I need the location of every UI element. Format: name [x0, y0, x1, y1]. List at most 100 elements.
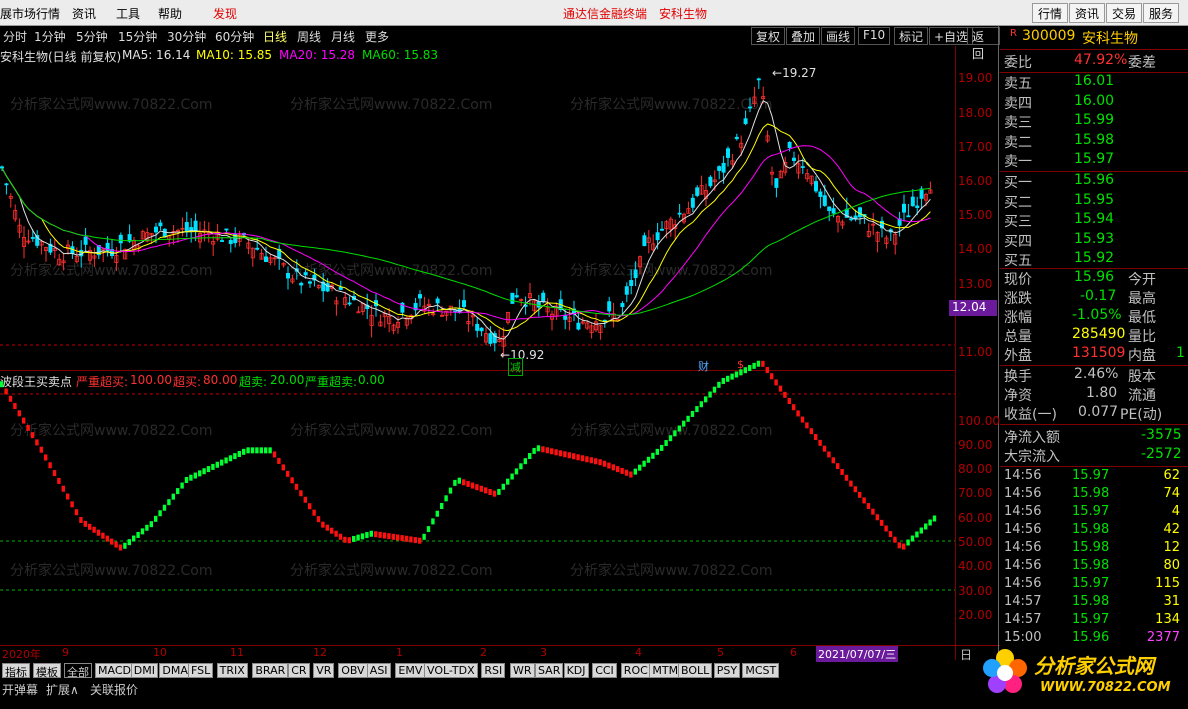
period-60m[interactable]: 60分钟 — [215, 28, 254, 45]
indicator-tick: 20.00 — [958, 608, 993, 622]
indicator-tab[interactable]: VOL-TDX — [424, 663, 478, 678]
period-more[interactable]: 更多 — [365, 28, 389, 45]
indicator-tab[interactable]: 全部 — [64, 663, 92, 679]
signal-bar — [822, 445, 827, 452]
signal-bar — [101, 532, 105, 539]
zuigao-label: 最高 — [1128, 291, 1156, 307]
signal-bar — [519, 463, 523, 470]
menu-tools[interactable]: 工具 — [116, 5, 140, 22]
indicator-tab[interactable]: CR — [288, 663, 310, 678]
signal-bar — [770, 373, 774, 380]
signal-bar — [308, 503, 312, 510]
bid-row[interactable]: 买一 15.96 — [1004, 172, 1188, 191]
ask-row[interactable]: 卖五 16.01 — [1004, 73, 1188, 92]
divider — [1000, 49, 1188, 50]
period-5m[interactable]: 5分钟 — [76, 28, 108, 45]
tick-time: 14:56 — [1004, 468, 1042, 483]
candle-body — [435, 298, 440, 304]
tick-volume: 62 — [1163, 468, 1180, 483]
btn-fuquan[interactable]: 复权 — [751, 27, 786, 45]
related-quote[interactable]: 关联报价 — [90, 681, 138, 698]
signal-bar — [422, 533, 426, 540]
date-tick: 4 — [635, 646, 642, 659]
ask-row[interactable]: 卖一 15.97 — [1004, 151, 1188, 170]
btn-draw[interactable]: 画线 — [821, 27, 856, 45]
btn-service[interactable]: 服务 — [1143, 3, 1180, 23]
bid-row[interactable]: 买四 15.93 — [1004, 231, 1188, 250]
tick-row: 14:56 15.97 4 — [1004, 504, 1188, 523]
period-tick[interactable]: 分时 — [3, 28, 27, 45]
indicator-tab[interactable]: TRIX — [216, 663, 248, 678]
indicator-tab[interactable]: MACD — [95, 663, 134, 678]
event-cai[interactable]: 财 — [698, 358, 709, 374]
expand-toggle[interactable]: 扩展∧ — [46, 681, 79, 698]
indicator-tab[interactable]: BRAR — [252, 663, 289, 678]
bid-row[interactable]: 买二 15.95 — [1004, 192, 1188, 211]
indicator-tab[interactable]: FSL — [188, 663, 214, 678]
candle-body — [677, 212, 682, 215]
event-jian[interactable]: 减 — [508, 358, 523, 376]
indicator-tab[interactable]: OBV — [338, 663, 368, 678]
period-weekly[interactable]: 周线 — [297, 28, 321, 45]
indicator-tab[interactable]: KDJ — [563, 663, 589, 678]
indicator-tab[interactable]: 指标 — [2, 663, 30, 679]
indicator-tab[interactable]: VR — [313, 663, 335, 678]
signal-bar — [677, 425, 681, 432]
indicator-tab[interactable]: BOLL — [678, 663, 713, 678]
btn-overlay[interactable]: 叠加 — [786, 27, 821, 45]
menu-help[interactable]: 帮助 — [158, 5, 182, 22]
indicator-tab[interactable]: CCI — [592, 663, 617, 678]
bid-label: 买五 — [1004, 253, 1032, 269]
indicator-tab[interactable]: 模板 — [33, 663, 61, 679]
indicator-tab[interactable]: DMA — [159, 663, 191, 678]
menu-market[interactable]: 展市场行情 — [0, 5, 60, 22]
btn-f10[interactable]: F10 — [858, 27, 891, 45]
signal-bar — [488, 489, 492, 496]
menu-news[interactable]: 资讯 — [72, 5, 96, 22]
indicator-tab[interactable]: MTM — [649, 663, 682, 678]
bid-row[interactable]: 买三 15.94 — [1004, 211, 1188, 230]
tick-volume: 115 — [1155, 576, 1180, 591]
period-daily[interactable]: 日线 — [263, 28, 287, 45]
period-1m[interactable]: 1分钟 — [34, 28, 66, 45]
danmu-toggle[interactable]: 开弹幕 — [2, 681, 38, 698]
indicator-tab[interactable]: MCST — [742, 663, 780, 678]
signal-bar — [206, 466, 211, 473]
indicator-tab[interactable]: PSY — [713, 663, 741, 678]
btn-trade[interactable]: 交易 — [1106, 3, 1143, 23]
indicator-tab[interactable]: WR — [510, 663, 535, 678]
indicator-tabs: 指标 模板 全部 MACD DMI DMA FSL TRIX BRAR CR VR OBV ASI EMV… — [0, 662, 960, 679]
kline-chart[interactable] — [0, 46, 955, 646]
period-15m[interactable]: 15分钟 — [118, 28, 157, 45]
indicator-tab[interactable]: ROC — [620, 663, 651, 678]
signal-bar — [497, 488, 501, 495]
menu-discover[interactable]: 发现 — [213, 5, 237, 22]
tick-volume: 80 — [1163, 558, 1180, 573]
tick-row: 14:56 15.98 74 — [1004, 486, 1188, 505]
indicator-tab[interactable]: EMV — [395, 663, 426, 678]
tick-volume: 31 — [1163, 594, 1180, 609]
signal-bar — [576, 454, 580, 461]
indicator-tab[interactable]: ASI — [366, 663, 391, 678]
indicator-tab[interactable]: DMI — [130, 663, 159, 678]
stock-name: 安科生物 — [1082, 31, 1138, 47]
signal-bar — [932, 515, 937, 522]
zhangfu-row: 涨幅 -1.05% 最低 — [1004, 307, 1188, 326]
btn-mark[interactable]: 标记 — [894, 27, 929, 45]
period-30m[interactable]: 30分钟 — [167, 28, 206, 45]
signal-bar — [862, 497, 866, 504]
indicator-tab[interactable]: RSI — [481, 663, 506, 678]
ask-row[interactable]: 卖三 15.99 — [1004, 112, 1188, 131]
event-dollar[interactable]: $ — [737, 358, 744, 371]
signal-bar — [440, 503, 444, 509]
bid-row[interactable]: 买五 15.92 — [1004, 250, 1188, 269]
btn-back[interactable]: 返回 — [967, 27, 1000, 61]
btn-news[interactable]: 资讯 — [1069, 3, 1106, 23]
ask-row[interactable]: 卖二 15.98 — [1004, 132, 1188, 151]
indicator-tab[interactable]: SAR — [535, 663, 564, 678]
period-monthly[interactable]: 月线 — [331, 28, 355, 45]
btn-quote[interactable]: 行情 — [1032, 3, 1069, 23]
signal-bar — [88, 523, 92, 530]
ask-row[interactable]: 卖四 16.00 — [1004, 93, 1188, 112]
huanshou-row: 换手 2.46% 股本 — [1004, 366, 1188, 385]
